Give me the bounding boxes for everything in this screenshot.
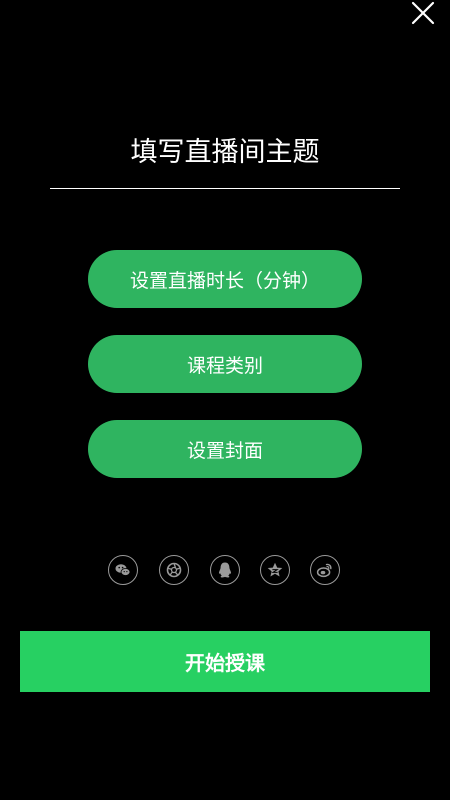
course-category-button[interactable]: 课程类别 — [88, 335, 362, 393]
set-duration-label: 设置直播时长（分钟） — [129, 269, 320, 292]
weibo-icon — [316, 563, 332, 578]
share-qzone-button[interactable] — [260, 555, 290, 585]
wechat-icon — [115, 564, 131, 576]
close-button[interactable] — [410, 0, 436, 26]
start-class-button[interactable]: 开始授课 — [20, 631, 430, 692]
share-weibo-button[interactable] — [310, 555, 340, 585]
start-class-label: 开始授课 — [185, 651, 265, 675]
course-category-label: 课程类别 — [186, 354, 263, 377]
share-wechat-button[interactable] — [108, 555, 138, 585]
set-duration-button[interactable]: 设置直播时长（分钟） — [88, 250, 362, 308]
close-icon — [411, 1, 435, 25]
share-moments-button[interactable] — [159, 555, 189, 585]
share-options — [0, 555, 450, 587]
room-title-field — [50, 128, 400, 189]
qq-icon — [218, 562, 232, 578]
set-cover-label: 设置封面 — [186, 439, 263, 462]
qzone-icon — [267, 562, 283, 577]
share-qq-button[interactable] — [210, 555, 240, 585]
moments-icon — [166, 562, 182, 578]
room-title-input[interactable] — [50, 136, 400, 168]
set-cover-button[interactable]: 设置封面 — [88, 420, 362, 478]
